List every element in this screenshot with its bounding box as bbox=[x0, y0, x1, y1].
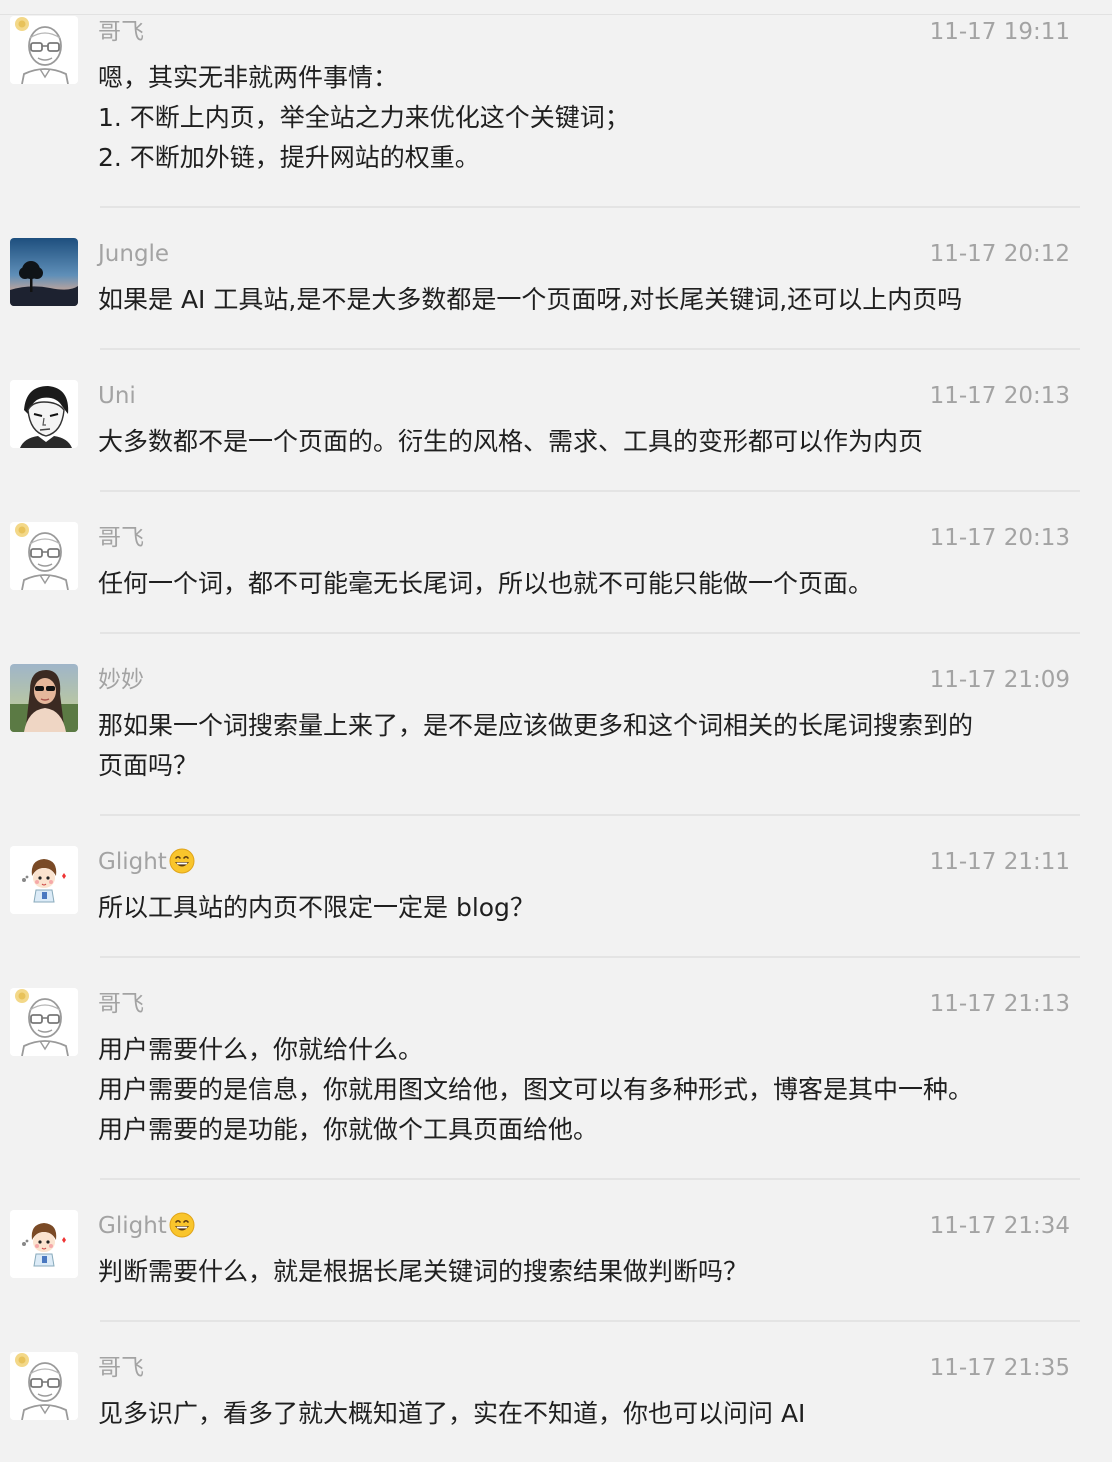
message-divider bbox=[100, 490, 1080, 492]
message-divider bbox=[100, 956, 1080, 958]
sunset-tree-avatar[interactable] bbox=[10, 238, 78, 306]
sender-name-text: 哥飞 bbox=[98, 525, 144, 551]
grinning-face-emoji bbox=[169, 1212, 195, 1238]
message-line: 那如果一个词搜索量上来了，是不是应该做更多和这个词相关的长尾词搜索到的 bbox=[98, 711, 974, 740]
sender-name[interactable]: 哥飞 bbox=[98, 990, 144, 1018]
anime-man-sketch-avatar[interactable] bbox=[10, 380, 78, 448]
message-line: 见多识广，看多了就大概知道了，实在不知道，你也可以问问 AI bbox=[98, 1399, 806, 1428]
message-line: 任何一个词，都不可能毫无长尾词，所以也就不可能只能做一个页面。 bbox=[98, 569, 874, 598]
sender-name[interactable]: 哥飞 bbox=[98, 18, 144, 46]
sender-name-text: 哥飞 bbox=[98, 1355, 144, 1381]
message-line: 1. 不断上内页，举全站之力来优化这个关键词； bbox=[98, 103, 630, 132]
message-line: 所以工具站的内页不限定一定是 blog？ bbox=[98, 893, 535, 922]
cartoon-boy-avatar[interactable] bbox=[10, 846, 78, 914]
sender-name-text: Glight bbox=[98, 849, 167, 875]
message-time: 11-17 20:13 bbox=[929, 525, 1070, 551]
message-time: 11-17 21:34 bbox=[929, 1213, 1070, 1239]
message-divider bbox=[100, 206, 1080, 208]
message-text: 判断需要什么，就是根据长尾关键词的搜索结果做判断吗？ bbox=[98, 1252, 1088, 1292]
message-time: 11-17 20:13 bbox=[929, 383, 1070, 409]
message-text: 如果是 AI 工具站,是不是大多数都是一个页面呀,对长尾关键词,还可以上内页吗 bbox=[98, 280, 1088, 320]
message-line: 嗯，其实无非就两件事情： bbox=[98, 63, 399, 92]
message-time: 11-17 21:11 bbox=[929, 849, 1070, 875]
sender-name[interactable]: Jungle bbox=[98, 240, 169, 268]
message-text: 嗯，其实无非就两件事情： 1. 不断上内页，举全站之力来优化这个关键词； 2. 不断… bbox=[98, 58, 1088, 178]
sender-name[interactable]: 哥飞 bbox=[98, 524, 144, 552]
message-line: 用户需要的是功能，你就做个工具页面给他。 bbox=[98, 1115, 599, 1144]
message-time: 11-17 21:35 bbox=[929, 1355, 1070, 1381]
grinning-face-emoji bbox=[169, 848, 195, 874]
sender-name[interactable]: Uni bbox=[98, 382, 136, 410]
bald-glasses-man-avatar[interactable] bbox=[10, 988, 78, 1056]
message-text: 那如果一个词搜索量上来了，是不是应该做更多和这个词相关的长尾词搜索到的 页面吗？ bbox=[98, 706, 1088, 786]
message-line: 2. 不断加外链，提升网站的权重。 bbox=[98, 143, 480, 172]
message-text: 所以工具站的内页不限定一定是 blog？ bbox=[98, 888, 1088, 928]
chat-history: 哥飞 11-17 19:11 嗯，其实无非就两件事情： 1. 不断上内页，举全站之力来… bbox=[0, 0, 1112, 1462]
message-line: 如果是 AI 工具站,是不是大多数都是一个页面呀,对长尾关键词,还可以上内页吗 bbox=[98, 285, 963, 314]
message-time: 11-17 19:11 bbox=[929, 19, 1070, 45]
cartoon-boy-avatar[interactable] bbox=[10, 1210, 78, 1278]
message-text: 见多识广，看多了就大概知道了，实在不知道，你也可以问问 AI bbox=[98, 1394, 1088, 1434]
message-line: 大多数都不是一个页面的。衍生的风格、需求、工具的变形都可以作为内页 bbox=[98, 427, 924, 456]
sender-name[interactable]: 哥飞 bbox=[98, 1354, 144, 1382]
message-divider bbox=[100, 348, 1080, 350]
message-text: 任何一个词，都不可能毫无长尾词，所以也就不可能只能做一个页面。 bbox=[98, 564, 1088, 604]
message-line: 页面吗？ bbox=[98, 751, 199, 780]
sender-name[interactable]: Glight bbox=[98, 1212, 195, 1240]
message-line: 用户需要的是信息，你就用图文给他，图文可以有多种形式，博客是其中一种。 bbox=[98, 1075, 974, 1104]
sender-name-text: Jungle bbox=[98, 241, 170, 267]
bald-glasses-man-avatar[interactable] bbox=[10, 16, 78, 84]
message-text: 用户需要什么，你就给什么。用户需要的是信息，你就用图文给他，图文可以有多种形式，… bbox=[98, 1030, 1088, 1150]
message-divider bbox=[100, 1178, 1080, 1180]
bald-glasses-man-avatar[interactable] bbox=[10, 522, 78, 590]
message-text: 大多数都不是一个页面的。衍生的风格、需求、工具的变形都可以作为内页 bbox=[98, 422, 1088, 462]
sender-name-text: 哥飞 bbox=[98, 19, 144, 45]
sender-name-text: 妙妙 bbox=[98, 667, 144, 693]
message-divider bbox=[100, 1320, 1080, 1322]
message-line: 判断需要什么，就是根据长尾关键词的搜索结果做判断吗？ bbox=[98, 1257, 749, 1286]
message-line: 用户需要什么，你就给什么。 bbox=[98, 1035, 424, 1064]
sender-name-text: 哥飞 bbox=[98, 991, 144, 1017]
message-divider bbox=[100, 814, 1080, 816]
woman-sunglasses-photo-avatar[interactable] bbox=[10, 664, 78, 732]
sender-name[interactable]: 妙妙 bbox=[98, 666, 144, 694]
sender-name-text: Glight bbox=[98, 1213, 167, 1239]
message-divider bbox=[100, 632, 1080, 634]
top-divider bbox=[0, 14, 1112, 15]
message-time: 11-17 21:13 bbox=[929, 991, 1070, 1017]
bald-glasses-man-avatar[interactable] bbox=[10, 1352, 78, 1420]
sender-name[interactable]: Glight bbox=[98, 848, 195, 876]
message-time: 11-17 21:09 bbox=[929, 667, 1070, 693]
message-time: 11-17 20:12 bbox=[929, 241, 1070, 267]
sender-name-text: Uni bbox=[98, 383, 136, 409]
